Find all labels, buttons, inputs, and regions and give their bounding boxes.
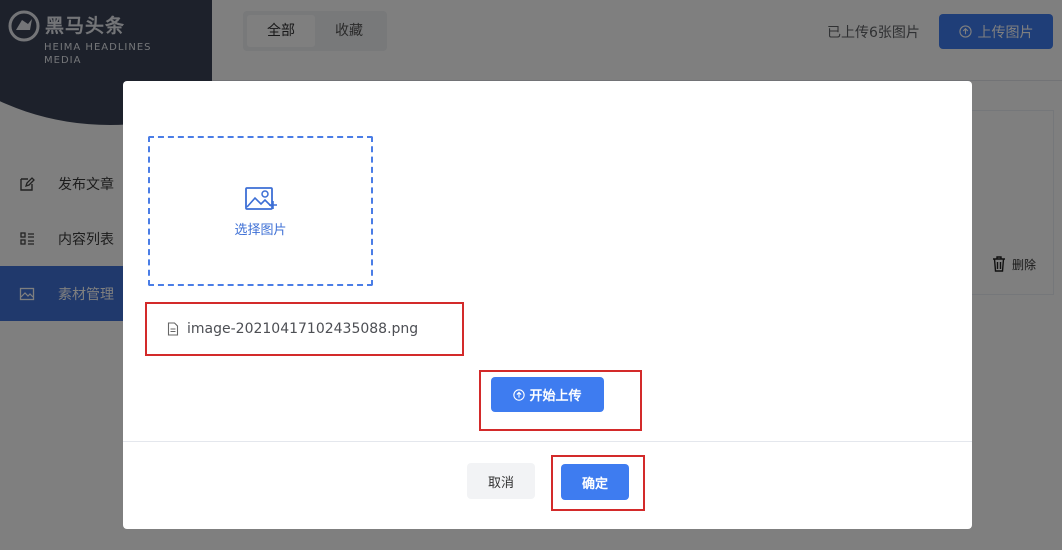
image-dropzone[interactable]: 选择图片 <box>148 136 373 286</box>
add-image-icon <box>244 186 277 210</box>
upload-icon <box>513 388 526 401</box>
start-upload-button[interactable]: 开始上传 <box>491 377 604 412</box>
document-icon <box>167 322 179 336</box>
confirm-highlight: 确定 <box>551 455 645 511</box>
confirm-button[interactable]: 确定 <box>561 464 629 500</box>
start-upload-label: 开始上传 <box>529 389 582 404</box>
file-name: image-20210417102435088.png <box>187 321 419 337</box>
upload-dialog: 选择图片 image-20210417102435088.png 开始上传 取消… <box>123 81 972 529</box>
dialog-footer-divider <box>123 441 972 442</box>
selected-file-item[interactable]: image-20210417102435088.png <box>145 302 464 356</box>
cancel-button[interactable]: 取消 <box>467 463 535 499</box>
dropzone-label: 选择图片 <box>234 222 287 238</box>
start-upload-highlight: 开始上传 <box>479 370 642 431</box>
